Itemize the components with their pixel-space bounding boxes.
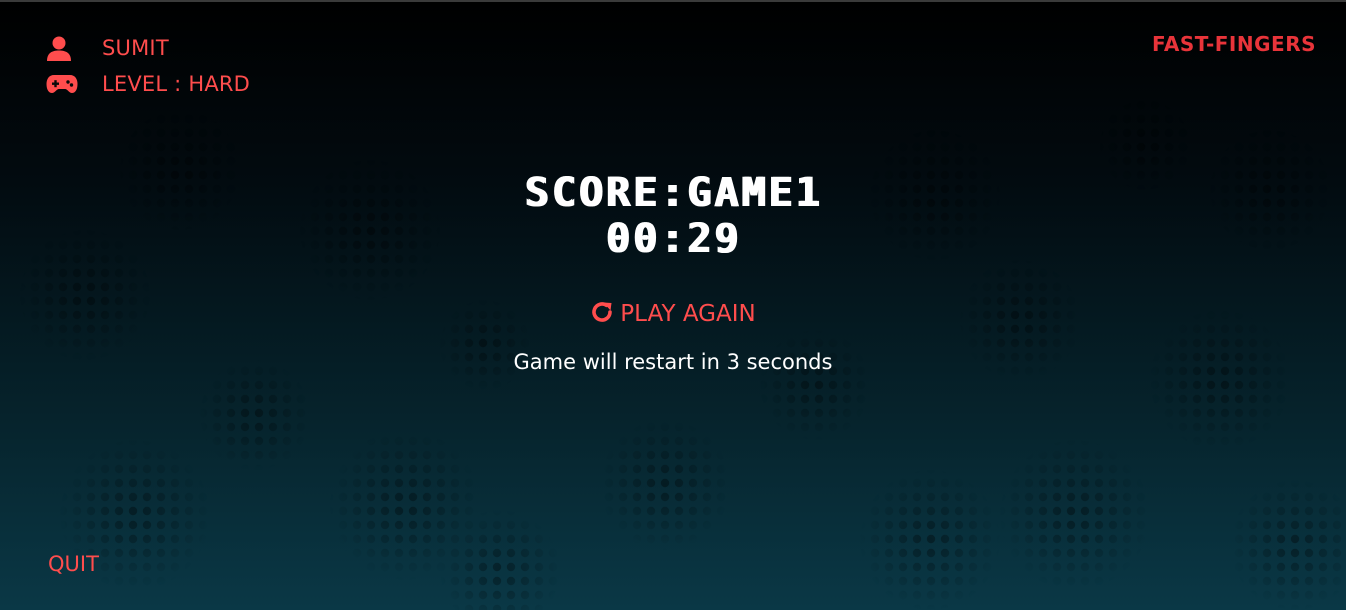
brand-logo: FAST-FINGERS [1152,32,1316,56]
restart-message: Game will restart in 3 seconds [513,350,833,374]
play-again-button[interactable]: PLAY AGAIN [590,300,756,328]
play-again-label: PLAY AGAIN [620,301,756,327]
time-display: 00:29 [605,216,741,262]
redo-icon [590,300,614,328]
top-border [0,0,1346,2]
score-label: SCORE:GAME1 [524,170,822,216]
player-info: SUMIT LEVEL : HARD [46,30,250,102]
level-label: LEVEL : HARD [102,72,251,96]
player-name-row: SUMIT [46,30,250,66]
level-row: LEVEL : HARD [46,66,250,102]
player-name: SUMIT [102,36,169,60]
user-icon [46,34,78,62]
result-panel: SCORE:GAME1 00:29 PLAY AGAIN Game will r… [0,170,1346,374]
gamepad-icon [46,70,78,98]
quit-button[interactable]: QUIT [48,552,99,576]
